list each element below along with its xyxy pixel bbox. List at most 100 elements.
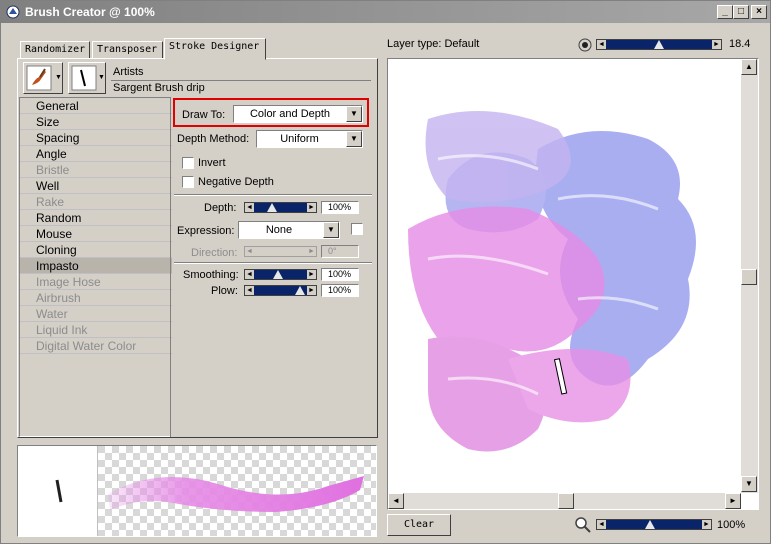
slider-left-arrow-icon[interactable]: ◄ <box>245 270 254 279</box>
category-item-airbrush: Airbrush <box>20 290 172 306</box>
expression-value: None <box>265 224 293 236</box>
brush-variant-selector[interactable]: ▼ <box>68 62 106 94</box>
tab-randomizer[interactable]: Randomizer <box>20 41 90 59</box>
zoom-slider[interactable]: ◄ ► <box>596 519 712 530</box>
scroll-left-icon[interactable]: ◄ <box>388 493 404 509</box>
category-list[interactable]: General Size Spacing Angle Bristle Well Rake Ra… <box>19 97 172 437</box>
close-button[interactable]: × <box>751 5 767 19</box>
slider-right-arrow-icon[interactable]: ► <box>307 286 316 295</box>
expression-dropdown[interactable]: None ▼ <box>238 221 340 239</box>
draw-to-label: Draw To: <box>182 109 226 121</box>
brush-category-name: Artists <box>113 66 144 78</box>
category-item-well[interactable]: Well <box>20 178 172 194</box>
direction-slider: ◄ ► <box>244 246 317 257</box>
app-icon <box>6 5 20 19</box>
invert-label: Invert <box>198 157 226 169</box>
slider-thumb[interactable] <box>266 203 277 212</box>
horizontal-scrollbar[interactable]: ◄ ► <box>388 493 741 509</box>
category-item-spacing[interactable]: Spacing <box>20 130 172 146</box>
plow-value[interactable]: 100% <box>321 284 359 297</box>
scratch-pad[interactable]: ▲ ▼ ◄ ► <box>387 58 759 510</box>
divider <box>174 194 372 196</box>
plow-slider[interactable]: ◄ ► <box>244 285 317 296</box>
brush-size-icon <box>578 38 592 52</box>
slider-right-arrow-icon[interactable]: ► <box>712 40 721 49</box>
paint-canvas[interactable] <box>388 59 741 493</box>
expression-invert-checkbox[interactable] <box>351 223 363 235</box>
brush-category-icon <box>26 65 52 91</box>
zoom-icon <box>575 517 591 533</box>
clear-button[interactable]: Clear <box>387 514 451 536</box>
slider-left-arrow-icon[interactable]: ◄ <box>597 520 606 529</box>
tab-label: Transposer <box>97 44 158 55</box>
chevron-down-icon[interactable]: ▼ <box>346 106 362 122</box>
tab-stroke-designer[interactable]: Stroke Designer <box>164 38 266 60</box>
category-item-random[interactable]: Random <box>20 210 172 226</box>
scroll-up-icon[interactable]: ▲ <box>741 59 757 75</box>
slider-thumb[interactable] <box>644 520 655 529</box>
slider-left-arrow-icon[interactable]: ◄ <box>597 40 606 49</box>
draw-to-dropdown[interactable]: Color and Depth ▼ <box>233 105 363 123</box>
depth-method-label: Depth Method: <box>177 133 250 145</box>
brush-size-value: 18.4 <box>729 38 751 50</box>
scroll-thumb[interactable] <box>558 493 574 509</box>
negative-depth-label: Negative Depth <box>198 176 274 188</box>
divider <box>170 97 171 437</box>
brush-variant-name: Sargent Brush drip <box>113 82 205 94</box>
expression-label: Expression: <box>177 225 235 237</box>
direction-unit: ° <box>333 246 337 256</box>
depth-slider[interactable]: ◄ ► <box>244 202 317 213</box>
maximize-button[interactable]: □ <box>733 5 749 19</box>
smoothing-label: Smoothing: <box>183 269 239 281</box>
slider-thumb[interactable] <box>273 270 284 279</box>
invert-checkbox[interactable] <box>182 157 194 169</box>
depth-method-dropdown[interactable]: Uniform ▼ <box>256 130 363 148</box>
layer-type-label: Layer type: Default <box>387 38 480 50</box>
slider-left-arrow-icon[interactable]: ◄ <box>245 203 254 212</box>
slider-left-arrow-icon[interactable]: ◄ <box>245 286 254 295</box>
tab-transposer[interactable]: Transposer <box>92 41 163 59</box>
chevron-down-icon[interactable]: ▼ <box>323 222 339 238</box>
depth-value[interactable]: 100% <box>321 201 359 214</box>
slider-right-arrow-icon[interactable]: ► <box>702 520 711 529</box>
category-item-angle[interactable]: Angle <box>20 146 172 162</box>
smoothing-slider[interactable]: ◄ ► <box>244 269 317 280</box>
stroke-preview <box>17 445 377 537</box>
category-item-cloning[interactable]: Cloning <box>20 242 172 258</box>
slider-right-arrow-icon[interactable]: ► <box>307 203 316 212</box>
title-bar[interactable]: Brush Creator @ 100% _ □ × <box>1 1 770 23</box>
chevron-down-icon: ▼ <box>98 74 105 81</box>
brush-variant-icon <box>71 65 97 91</box>
category-item-impasto[interactable]: Impasto <box>20 258 172 274</box>
depth-method-value: Uniform <box>280 133 319 145</box>
clear-label: Clear <box>403 519 435 530</box>
chevron-down-icon[interactable]: ▼ <box>346 131 362 147</box>
divider <box>174 262 372 264</box>
draw-to-value: Color and Depth <box>249 108 331 120</box>
minimize-button[interactable]: _ <box>717 5 733 19</box>
brush-creator-window: Brush Creator @ 100% _ □ × Randomizer Tr… <box>0 0 771 544</box>
slider-right-arrow-icon: ► <box>307 247 316 256</box>
category-item-size[interactable]: Size <box>20 114 172 130</box>
vertical-scrollbar[interactable]: ▲ ▼ <box>741 59 758 493</box>
brush-category-selector[interactable]: ▼ <box>23 62 63 94</box>
category-item-mouse[interactable]: Mouse <box>20 226 172 242</box>
category-item-general[interactable]: General <box>20 98 172 114</box>
tab-label: Randomizer <box>25 44 86 55</box>
scroll-thumb[interactable] <box>741 269 757 285</box>
dab-preview <box>18 446 98 536</box>
zoom-value: 100% <box>717 519 746 531</box>
scroll-right-icon[interactable]: ► <box>725 493 741 509</box>
plow-label: Plow: <box>211 285 238 297</box>
scroll-down-icon[interactable]: ▼ <box>741 476 757 492</box>
brush-size-slider[interactable]: ◄ ► <box>596 39 722 50</box>
slider-thumb[interactable] <box>294 286 305 295</box>
category-item-liquid-ink: Liquid Ink <box>20 322 172 338</box>
slider-thumb[interactable] <box>654 40 664 49</box>
direction-label: Direction: <box>191 247 238 259</box>
direction-value-box: 0° <box>321 245 359 258</box>
negative-depth-checkbox[interactable] <box>182 176 194 188</box>
smoothing-value[interactable]: 100% <box>321 268 359 281</box>
divider <box>111 80 371 81</box>
slider-right-arrow-icon[interactable]: ► <box>307 270 316 279</box>
